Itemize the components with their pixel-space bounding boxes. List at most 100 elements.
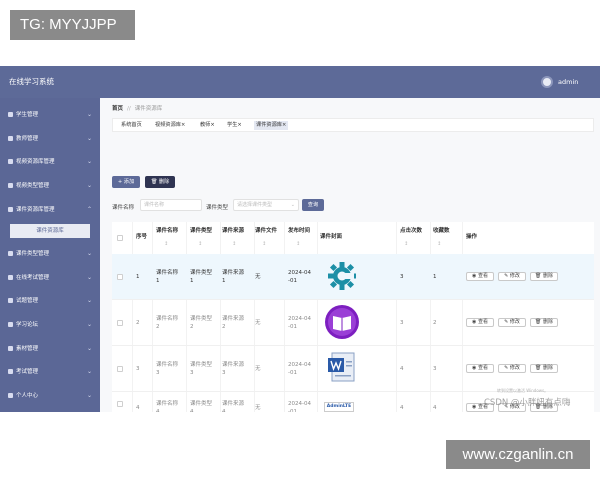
- document-cover-image[interactable]: [324, 350, 360, 386]
- trash-icon: 🗑: [535, 319, 542, 325]
- pin-icon: [8, 346, 13, 351]
- edit-icon: ✎: [504, 365, 509, 371]
- edit-button[interactable]: ✎ 修改: [498, 318, 526, 327]
- breadcrumb: 首页 //课件资源库: [112, 104, 162, 112]
- trash-icon: 🗑: [150, 179, 158, 185]
- sort-icon[interactable]: ↕: [437, 241, 441, 247]
- avatar[interactable]: [541, 76, 553, 88]
- user-name[interactable]: admin: [558, 78, 578, 86]
- view-button[interactable]: ◉ 查看: [466, 272, 494, 281]
- sort-icon[interactable]: ↕: [232, 241, 236, 247]
- sort-icon[interactable]: ↕: [164, 241, 168, 247]
- tag-courseware-library[interactable]: 课件资源库×: [254, 121, 289, 130]
- column-header-name[interactable]: 课件名称: [156, 228, 178, 235]
- sidebar-item-materials[interactable]: 素材管理 ⌄: [0, 339, 100, 359]
- edit-label: 修改: [509, 365, 520, 371]
- windows-activation-watermark: 转到设置以激活 Windows。: [497, 388, 549, 393]
- sidebar-item-online-exams[interactable]: 在线考试管理 ⌄: [0, 268, 100, 288]
- column-header-type[interactable]: 课件类型: [190, 228, 212, 235]
- column-header-no[interactable]: 序号: [136, 234, 147, 241]
- search-button[interactable]: 查询: [302, 199, 324, 211]
- sidebar-item-label: 视频资源库管理: [16, 159, 55, 165]
- chevron-down-icon: ⌄: [86, 392, 92, 399]
- edit-icon: ✎: [504, 273, 509, 279]
- table-row[interactable]: 3 课件名称 3 课件类型 3 课件来源 3 无 2024-04 -01 4 3…: [112, 346, 594, 392]
- type-filter-select[interactable]: 请选择课件类型 ⌄: [233, 199, 299, 211]
- sidebar-item-courseware-library[interactable]: 课件资源库管理 ⌃: [0, 200, 100, 220]
- edit-button[interactable]: ✎ 修改: [498, 272, 526, 281]
- column-header-cover[interactable]: 课件封面: [320, 234, 342, 241]
- row-delete-button[interactable]: 🗑 删除: [530, 318, 558, 327]
- breadcrumb-home[interactable]: 首页: [112, 106, 123, 112]
- tag-home[interactable]: 系统首页: [119, 121, 144, 130]
- table-row[interactable]: 1 课件名称 1 课件类型 1 课件来源 1 无 2024-04 -01 3 1…: [112, 254, 594, 300]
- sidebar-item-label: 课件类型管理: [16, 251, 50, 257]
- column-header-actions: 操作: [466, 234, 478, 240]
- row-checkbox[interactable]: [117, 401, 123, 407]
- sort-icon[interactable]: ↕: [198, 241, 202, 247]
- row-checkbox[interactable]: [117, 320, 123, 326]
- delete-label: 删除: [158, 179, 170, 185]
- table-row[interactable]: 2 课件名称 2 课件类型 2 课件来源 2 无 2024-04 -01 3 2…: [112, 300, 594, 346]
- row-favorites: 3: [433, 366, 437, 372]
- select-all-checkbox[interactable]: [117, 235, 123, 241]
- sidebar-item-courseware-types[interactable]: 课件类型管理 ⌄: [0, 244, 100, 264]
- sidebar-item-video-library[interactable]: 视频资源库管理 ⌄: [0, 152, 100, 172]
- sidebar-item-label: 在线考试管理: [16, 275, 50, 281]
- pencil-icon: [8, 369, 13, 374]
- chevron-down-icon: ⌄: [86, 250, 92, 257]
- sidebar-item-label: 试题管理: [16, 298, 39, 304]
- sidebar-item-label: 课件资源库管理: [16, 207, 55, 213]
- sidebar-item-teachers[interactable]: 教师管理 ⌄: [0, 129, 100, 149]
- tag-students[interactable]: 学生×: [225, 121, 244, 130]
- tag-video-library[interactable]: 视频资源库×: [153, 121, 187, 130]
- sort-icon[interactable]: ↕: [404, 241, 408, 247]
- row-favorites: 2: [433, 320, 437, 326]
- adminlte-cover-image[interactable]: AdminLTE: [324, 402, 354, 412]
- type-filter-placeholder: 请选择课件类型: [237, 202, 273, 208]
- view-button[interactable]: ◉ 查看: [466, 318, 494, 327]
- watermark-top: TG: MYYJJPP: [10, 10, 135, 40]
- list-icon: [8, 183, 13, 188]
- sidebar-item-video-types[interactable]: 视频类型管理 ⌄: [0, 176, 100, 196]
- sort-icon[interactable]: ↕: [296, 241, 300, 247]
- edit-button[interactable]: ✎ 修改: [498, 364, 526, 373]
- sidebar-subitem-courseware[interactable]: 课件资源库: [10, 224, 90, 238]
- column-header-source[interactable]: 课件来源: [222, 228, 244, 235]
- column-header-file[interactable]: 课件文件: [255, 228, 277, 235]
- book-cover-image[interactable]: [324, 304, 360, 340]
- sidebar-item-forum[interactable]: 学习论坛 ⌄: [0, 315, 100, 335]
- sidebar-item-profile[interactable]: 个人中心 ⌄: [0, 386, 100, 406]
- row-time: 2024-04 -01: [288, 401, 311, 412]
- sidebar-item-exam-management[interactable]: 考试管理 ⌄: [0, 362, 100, 382]
- row-clicks: 3: [400, 320, 404, 326]
- row-checkbox[interactable]: [117, 366, 123, 372]
- tag-teachers[interactable]: 教师×: [198, 121, 217, 130]
- trash-icon: 🗑: [535, 273, 542, 279]
- row-name: 课件名称 1: [156, 270, 179, 284]
- row-delete-button[interactable]: 🗑 删除: [530, 272, 558, 281]
- view-button[interactable]: ◉ 查看: [466, 364, 494, 373]
- row-delete-button[interactable]: 🗑 删除: [530, 364, 558, 373]
- sidebar-item-students[interactable]: 学生管理 ⌄: [0, 105, 100, 125]
- column-header-favorites[interactable]: 收藏数: [433, 228, 450, 235]
- sidebar-item-label: 视频类型管理: [16, 183, 50, 189]
- column-header-time[interactable]: 发布时间: [288, 228, 310, 235]
- grid-icon: [8, 251, 13, 256]
- row-type: 课件类型 2: [190, 316, 213, 330]
- row-number: 2: [136, 320, 140, 326]
- add-button[interactable]: + 添加: [112, 176, 140, 188]
- gear-cover-image[interactable]: [324, 258, 360, 294]
- sidebar-item-questions[interactable]: 试题管理 ⌄: [0, 291, 100, 311]
- grid-icon: [8, 275, 13, 280]
- row-checkbox[interactable]: [117, 274, 123, 280]
- delete-button[interactable]: 🗑 删除: [145, 176, 175, 188]
- eye-icon: ◉: [472, 319, 477, 325]
- sort-icon[interactable]: ↕: [262, 241, 266, 247]
- row-delete-label: 删除: [542, 365, 553, 371]
- type-filter-label: 课件类型: [206, 205, 229, 211]
- teacher-icon: [8, 136, 13, 141]
- view-label: 查看: [477, 273, 488, 279]
- column-header-clicks[interactable]: 点击次数: [400, 228, 422, 235]
- name-filter-input[interactable]: 课件名称: [140, 199, 202, 211]
